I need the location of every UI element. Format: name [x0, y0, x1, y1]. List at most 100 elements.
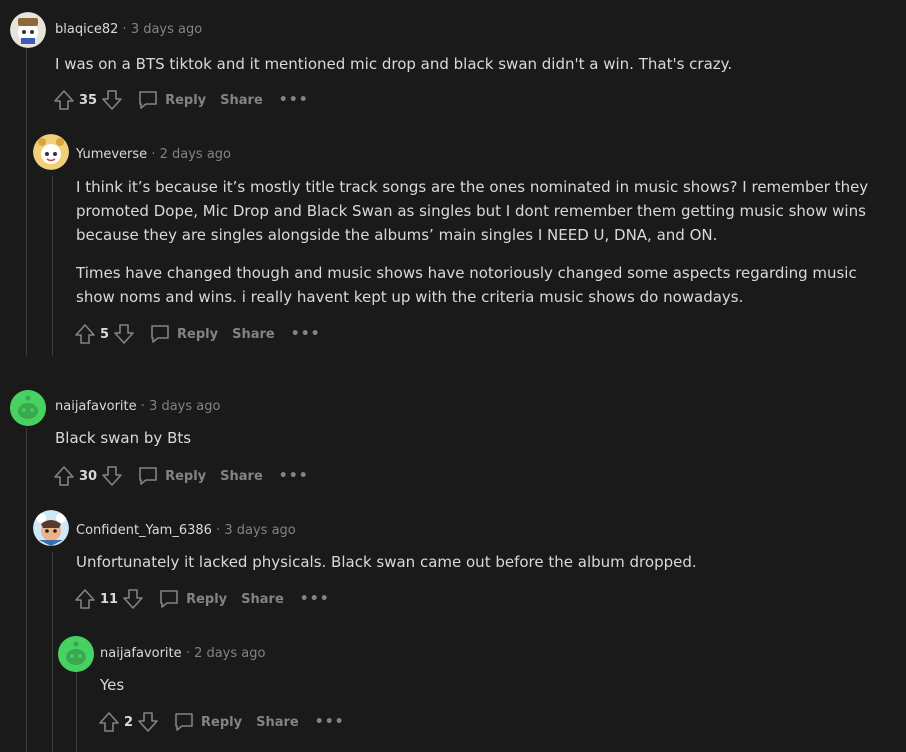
avatar[interactable]: [33, 510, 69, 546]
meta-separator: ·: [122, 22, 127, 37]
upvote-arrow-icon: [75, 324, 95, 344]
reply-label: Reply: [165, 468, 207, 484]
thread-line[interactable]: [52, 552, 53, 752]
avatar[interactable]: [58, 636, 94, 672]
downvote-button[interactable]: [122, 588, 144, 610]
thread-line[interactable]: [26, 428, 27, 752]
reply-button[interactable]: Reply: [137, 90, 206, 110]
comment-bubble-icon: [175, 713, 193, 731]
comment-actions: 11 Reply Share •••: [74, 585, 330, 613]
username-link[interactable]: Yumeverse: [76, 147, 147, 162]
more-options-button[interactable]: •••: [300, 591, 330, 607]
upvote-arrow-icon: [54, 90, 74, 110]
vote-count: 35: [79, 92, 98, 108]
comment-body: I think it’s because it’s mostly title t…: [76, 175, 891, 323]
avatar[interactable]: [33, 134, 69, 170]
reply-button[interactable]: Reply: [158, 589, 227, 609]
timestamp[interactable]: 3 days ago: [131, 22, 202, 37]
meta-separator: ·: [185, 646, 190, 661]
reply-button[interactable]: Reply: [173, 712, 242, 732]
comment-meta: Confident_Yam_6386 · 3 days ago: [76, 523, 296, 538]
timestamp[interactable]: 2 days ago: [194, 646, 265, 661]
timestamp[interactable]: 3 days ago: [224, 523, 295, 538]
comment-paragraph: Unfortunately it lacked physicals. Black…: [76, 553, 697, 571]
username-link[interactable]: blaqice82: [55, 22, 118, 37]
downvote-arrow-icon: [138, 712, 158, 732]
downvote-button[interactable]: [137, 711, 159, 733]
more-options-button[interactable]: •••: [279, 468, 309, 484]
reply-button[interactable]: Reply: [149, 324, 218, 344]
upvote-button[interactable]: [53, 89, 75, 111]
more-options-button[interactable]: •••: [315, 714, 345, 730]
comment-bubble-icon: [151, 325, 169, 343]
share-button[interactable]: Share: [232, 327, 275, 342]
reply-label: Reply: [165, 92, 207, 108]
comment-body: Yes: [100, 673, 880, 711]
comment-paragraph: Black swan by Bts: [55, 429, 192, 447]
more-options-button[interactable]: •••: [279, 92, 309, 108]
comment-body: Unfortunately it lacked physicals. Black…: [76, 550, 891, 588]
comment-meta: naijafavorite · 3 days ago: [55, 399, 220, 414]
upvote-arrow-icon: [54, 466, 74, 486]
snoo-avatar-icon: [33, 134, 69, 170]
downvote-arrow-icon: [102, 90, 122, 110]
comment-bubble-icon: [139, 467, 157, 485]
avatar[interactable]: [10, 390, 46, 426]
downvote-arrow-icon: [102, 466, 122, 486]
comment-body: I was on a BTS tiktok and it mentioned m…: [55, 52, 875, 90]
reply-label: Reply: [177, 326, 219, 342]
reply-label: Reply: [201, 714, 243, 730]
comment-paragraph: Yes: [100, 676, 125, 694]
comment-meta: naijafavorite · 2 days ago: [100, 646, 265, 661]
upvote-button[interactable]: [98, 711, 120, 733]
downvote-arrow-icon: [114, 324, 134, 344]
share-button[interactable]: Share: [241, 592, 284, 607]
meta-separator: ·: [216, 523, 221, 538]
comment-meta: blaqice82 · 3 days ago: [55, 22, 202, 37]
username-link[interactable]: naijafavorite: [100, 646, 182, 661]
share-button[interactable]: Share: [220, 469, 263, 484]
downvote-button[interactable]: [113, 323, 135, 345]
share-button[interactable]: Share: [256, 715, 299, 730]
downvote-arrow-icon: [123, 589, 143, 609]
comment-paragraph: I was on a BTS tiktok and it mentioned m…: [55, 55, 733, 73]
comment-paragraph: I think it’s because it’s mostly title t…: [76, 178, 869, 244]
upvote-arrow-icon: [99, 712, 119, 732]
username-link[interactable]: naijafavorite: [55, 399, 137, 414]
username-link[interactable]: Confident_Yam_6386: [76, 523, 212, 538]
comment-body: Black swan by Bts: [55, 426, 875, 464]
vote-count: 2: [124, 714, 134, 730]
upvote-arrow-icon: [75, 589, 95, 609]
meta-separator: ·: [140, 399, 145, 414]
snoo-avatar-icon: [10, 390, 46, 426]
snoo-avatar-icon: [10, 12, 46, 48]
comment-actions: 30 Reply Share •••: [53, 462, 309, 490]
thread-line[interactable]: [26, 48, 27, 356]
thread-line[interactable]: [52, 176, 53, 356]
reply-button[interactable]: Reply: [137, 466, 206, 486]
comment-bubble-icon: [139, 91, 157, 109]
timestamp[interactable]: 2 days ago: [160, 147, 231, 162]
vote-count: 5: [100, 326, 110, 342]
comment-bubble-icon: [160, 590, 178, 608]
upvote-button[interactable]: [74, 588, 96, 610]
timestamp[interactable]: 3 days ago: [149, 399, 220, 414]
comment-paragraph: Times have changed though and music show…: [76, 264, 857, 306]
reply-label: Reply: [186, 591, 228, 607]
avatar[interactable]: [10, 12, 46, 48]
share-button[interactable]: Share: [220, 93, 263, 108]
meta-separator: ·: [151, 147, 156, 162]
comment-meta: Yumeverse · 2 days ago: [76, 147, 231, 162]
downvote-button[interactable]: [101, 89, 123, 111]
upvote-button[interactable]: [74, 323, 96, 345]
downvote-button[interactable]: [101, 465, 123, 487]
vote-count: 30: [79, 468, 98, 484]
vote-count: 11: [100, 591, 119, 607]
more-options-button[interactable]: •••: [291, 326, 321, 342]
comment-actions: 35 Reply Share •••: [53, 86, 309, 114]
upvote-button[interactable]: [53, 465, 75, 487]
snoo-avatar-icon: [33, 510, 69, 546]
thread-line[interactable]: [76, 672, 77, 752]
comment-actions: 5 Reply Share •••: [74, 320, 321, 348]
comment-actions: 2 Reply Share •••: [98, 708, 345, 736]
